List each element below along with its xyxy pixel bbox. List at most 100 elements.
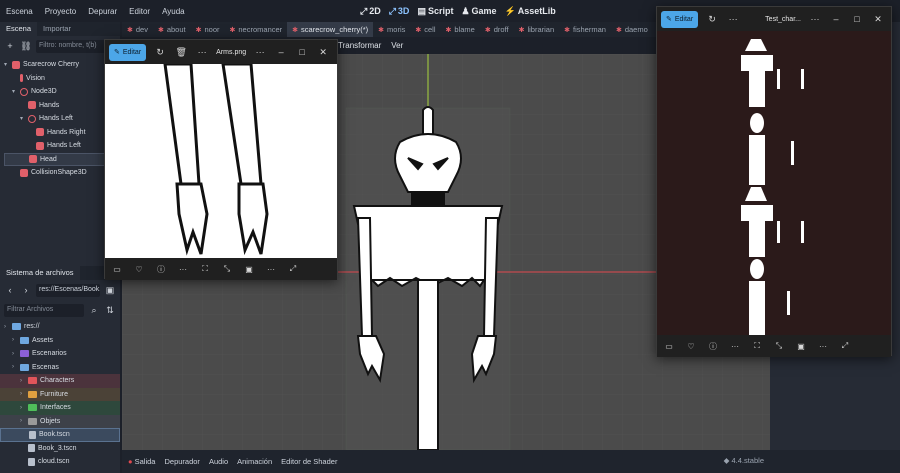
forward-icon[interactable]: › <box>20 284 32 296</box>
chevron-right-icon[interactable]: › <box>20 405 28 411</box>
sort-icon[interactable]: ⇅ <box>104 304 116 316</box>
fullscreen-icon[interactable]: ⤢ <box>287 264 299 274</box>
tab-escena[interactable]: Escena <box>0 22 38 36</box>
mode-game-button[interactable]: ♟ Game <box>461 6 496 17</box>
more-icon[interactable]: ··· <box>817 342 829 351</box>
actual-size-icon[interactable]: ⤡ <box>773 341 785 351</box>
tab-importar[interactable]: Importar <box>37 22 77 36</box>
fs-folder-item[interactable]: › Assets <box>0 334 120 348</box>
tab-animacion[interactable]: Animación <box>237 457 272 466</box>
fs-folder-item[interactable]: › Objets <box>0 414 120 428</box>
menu-proyecto[interactable]: Proyecto <box>39 7 83 16</box>
scene-tab[interactable]: ✱ librarian <box>514 22 560 37</box>
scene-tab[interactable]: ✱ necromancer <box>225 22 288 37</box>
scene-tab[interactable]: ✱ dev <box>122 22 153 37</box>
edit-button[interactable]: ✎ Editar <box>109 43 147 61</box>
more-icon[interactable]: ··· <box>253 47 267 57</box>
tab-sistema-archivos[interactable]: Sistema de archivos <box>0 266 80 280</box>
tab-salida[interactable]: ● Salida <box>128 457 155 466</box>
chevron-right-icon[interactable]: › <box>12 337 20 343</box>
scene-tree-item[interactable]: Hands <box>4 99 116 113</box>
more-icon[interactable]: ··· <box>265 265 277 274</box>
rotate-icon[interactable]: ↻ <box>705 14 719 25</box>
delete-icon[interactable]: 🗑 <box>174 47 188 58</box>
menu-ayuda[interactable]: Ayuda <box>156 7 191 16</box>
filmstrip-icon[interactable]: ▭ <box>111 265 123 274</box>
chevron-down-icon[interactable]: ▾ <box>4 61 12 68</box>
chevron-right-icon[interactable]: › <box>4 324 12 330</box>
edit-button[interactable]: ✎ Editar <box>661 10 699 28</box>
fs-folder-item[interactable]: › Escenas <box>0 361 120 375</box>
fs-file-item[interactable]: Book_3.tscn <box>0 442 120 456</box>
fs-folder-item[interactable]: › Furniture <box>0 387 120 401</box>
scene-tab[interactable]: ✱ blame <box>441 22 480 37</box>
info-icon[interactable]: ⓘ <box>155 264 167 275</box>
scene-tree-item[interactable]: CollisionShape3D <box>4 166 116 180</box>
scene-tab[interactable]: ✱ droff <box>480 22 514 37</box>
fullscreen-icon[interactable]: ⤢ <box>839 341 851 351</box>
scene-tab[interactable]: ✱ moris <box>373 22 410 37</box>
menu-ver[interactable]: Ver <box>391 41 403 50</box>
scene-tree-item[interactable]: Hands Left <box>4 139 116 153</box>
slideshow-icon[interactable]: ▣ <box>243 265 255 274</box>
scene-tree-item[interactable]: ▾ Hands Left <box>4 112 116 126</box>
close-icon[interactable]: ✕ <box>871 14 885 25</box>
favorite-icon[interactable]: ♡ <box>685 342 697 351</box>
more-icon[interactable]: ··· <box>726 14 740 24</box>
mode-3d-button[interactable]: ⤢ 3D <box>389 6 410 17</box>
chevron-right-icon[interactable]: › <box>12 364 20 370</box>
fs-folder-item[interactable]: › Interfaces <box>0 401 120 415</box>
menu-escena[interactable]: Escena <box>0 7 39 16</box>
mode-assetlib-button[interactable]: ⚡ AssetLib <box>505 6 556 17</box>
menu-depurar[interactable]: Depurar <box>82 7 123 16</box>
chevron-down-icon[interactable]: ▾ <box>20 115 28 122</box>
tab-audio[interactable]: Audio <box>209 457 228 466</box>
rotate-icon[interactable]: ↻ <box>153 47 167 58</box>
maximize-icon[interactable]: □ <box>850 14 864 24</box>
add-node-icon[interactable]: + <box>4 40 16 52</box>
tab-editor-shader[interactable]: Editor de Shader <box>281 457 337 466</box>
more-icon[interactable]: ··· <box>729 342 741 351</box>
info-icon[interactable]: ⓘ <box>707 341 719 352</box>
scene-tab[interactable]: ✱ cell <box>410 22 440 37</box>
back-icon[interactable]: ‹ <box>4 284 16 296</box>
filmstrip-icon[interactable]: ▭ <box>663 342 675 351</box>
scene-tree-item[interactable]: Vision <box>4 72 116 86</box>
minimize-icon[interactable]: – <box>274 47 288 57</box>
mode-2d-button[interactable]: ⤢ 2D <box>360 6 381 17</box>
scene-tree-item[interactable]: ▾ Scarecrow Cherry <box>4 58 116 72</box>
chevron-right-icon[interactable]: › <box>20 391 28 397</box>
minimize-icon[interactable]: – <box>829 14 843 24</box>
scene-tab[interactable]: ✱ fisherman <box>559 22 611 37</box>
mode-script-button[interactable]: ▤ Script <box>417 6 453 17</box>
fs-file-item[interactable]: cloud.tscn <box>0 455 120 469</box>
menu-transformar[interactable]: Transformar <box>338 41 381 50</box>
scene-tab[interactable]: ✱ scarecrow_cherry(*) <box>287 22 374 37</box>
fs-filter-input[interactable]: Filtrar Archivos <box>4 303 84 317</box>
fs-folder-item[interactable]: › res:// <box>0 320 120 334</box>
scene-tree-item[interactable]: Hands Right <box>4 126 116 140</box>
close-icon[interactable]: ✕ <box>316 47 330 58</box>
layout-toggle-icon[interactable]: ▣ <box>104 284 116 296</box>
fs-path-input[interactable]: res://Escenas/Book.tsc <box>36 283 100 297</box>
scene-tree-item[interactable]: Head <box>4 152 116 166</box>
chevron-right-icon[interactable]: › <box>20 378 28 384</box>
link-icon[interactable]: ⛓ <box>20 40 32 52</box>
scene-tab[interactable]: ✱ about <box>153 22 191 37</box>
more-icon[interactable]: ··· <box>177 265 189 274</box>
fs-folder-item[interactable]: › Escenarios <box>0 347 120 361</box>
chevron-down-icon[interactable]: ▾ <box>12 88 20 95</box>
actual-size-icon[interactable]: ⤡ <box>221 264 233 274</box>
scene-tree-item[interactable]: ▾ Node3D <box>4 85 116 99</box>
tab-depurador[interactable]: Depurador <box>164 457 199 466</box>
maximize-icon[interactable]: □ <box>295 47 309 57</box>
chevron-right-icon[interactable]: › <box>20 418 28 424</box>
scene-tab[interactable]: ✱ noor <box>191 22 225 37</box>
fit-icon[interactable]: ⛶ <box>751 341 763 351</box>
chevron-right-icon[interactable]: › <box>12 351 20 357</box>
more-icon[interactable]: ··· <box>195 47 209 57</box>
menu-editor[interactable]: Editor <box>123 7 156 16</box>
favorite-icon[interactable]: ♡ <box>133 265 145 274</box>
slideshow-icon[interactable]: ▣ <box>795 342 807 351</box>
more-icon[interactable]: ··· <box>808 14 822 24</box>
